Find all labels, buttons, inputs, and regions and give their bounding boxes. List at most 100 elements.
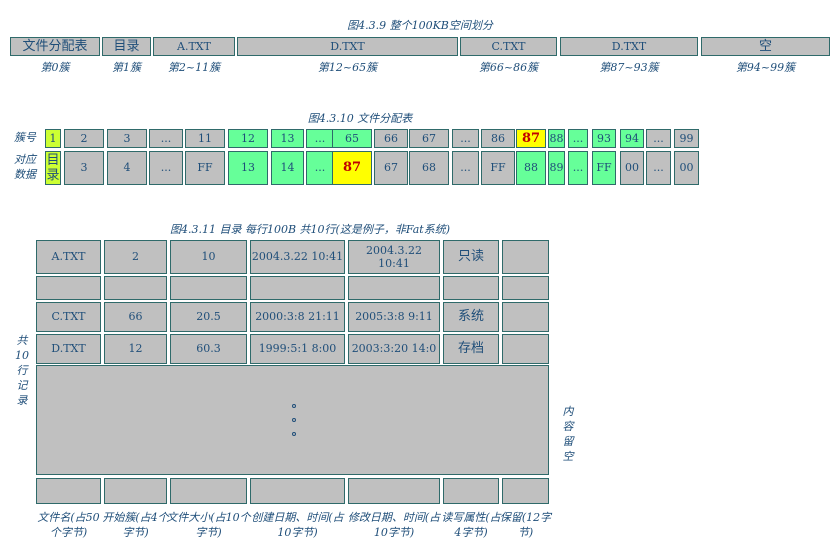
dir-cell: 2004.3.22 10:41 — [348, 240, 440, 274]
fig1-segment: C.TXT — [460, 37, 557, 56]
fat-cluster-data: 87 — [332, 151, 372, 185]
fat-cluster-data: FF — [481, 151, 515, 185]
dir-cell: 2003:3:20 14:0 — [348, 334, 440, 364]
dir-cell — [502, 276, 549, 300]
fat-cluster-number: 93 — [592, 129, 616, 148]
fat-cluster-data: 88 — [516, 151, 546, 185]
fat-cluster-number: 67 — [409, 129, 449, 148]
fat-cluster-number: 12 — [228, 129, 268, 148]
fig1-segment-range: 第12~65簇 — [317, 61, 378, 74]
fat-cluster-number: 86 — [481, 129, 515, 148]
dir-field-label: 开始簇(占4个字节) — [102, 511, 169, 539]
dir-cell — [502, 334, 549, 364]
fat-cluster-data: 68 — [409, 151, 449, 185]
dir-cell: 2005:3:8 9:11 — [348, 302, 440, 332]
fat-cluster-number: 65 — [332, 129, 372, 148]
dir-cell: 1999:5:1 8:00 — [250, 334, 345, 364]
dir-cell: A.TXT — [36, 240, 101, 274]
fat-cluster-data: 3 — [64, 151, 104, 185]
dir-cell — [348, 276, 440, 300]
fat-cluster-number: ... — [452, 129, 479, 148]
dir-field-label: 修改日期、时间(占10字节) — [347, 511, 441, 539]
fig3-left-label: 共10行记录 — [15, 334, 29, 407]
fig3-ellipsis-area — [36, 365, 549, 475]
fat-cluster-data: ... — [306, 151, 334, 185]
dir-empty-cell — [104, 478, 167, 504]
dir-cell — [250, 276, 345, 300]
dir-cell: 只读 — [443, 240, 499, 274]
dir-cell — [502, 240, 549, 274]
fat-cluster-number: 99 — [674, 129, 699, 148]
fig1-segment-range: 第66~86簇 — [478, 61, 539, 74]
fat-cluster-data: FF — [185, 151, 225, 185]
fig1-segment-range: 第1簇 — [112, 61, 141, 74]
dir-cell — [443, 276, 499, 300]
fig2-row1-label: 簇号 — [14, 131, 36, 144]
dir-cell: 12 — [104, 334, 167, 364]
dir-cell: 2 — [104, 240, 167, 274]
dir-empty-cell — [348, 478, 440, 504]
fat-cluster-number: 3 — [107, 129, 147, 148]
fat-cluster-number: 87 — [516, 129, 546, 148]
fat-cluster-data: 89 — [548, 151, 565, 185]
fat-cluster-number: 88 — [548, 129, 565, 148]
dir-cell: 20.5 — [170, 302, 247, 332]
dir-cell — [104, 276, 167, 300]
dir-empty-cell — [36, 478, 101, 504]
dir-field-label: 读写属性(占4字节) — [441, 511, 501, 539]
dir-cell: C.TXT — [36, 302, 101, 332]
fat-cluster-number: ... — [568, 129, 588, 148]
fat-cluster-data: 00 — [674, 151, 699, 185]
dir-field-label: 文件大小(占10个字节) — [166, 511, 251, 539]
dir-cell: D.TXT — [36, 334, 101, 364]
ellipsis-dot — [291, 418, 296, 422]
fig1-title: 图4.3.9 整个100KB空间划分 — [347, 19, 493, 32]
fat-cluster-number: 94 — [620, 129, 644, 148]
fig1-segment: 目录 — [102, 37, 151, 56]
fat-cluster-data: FF — [592, 151, 616, 185]
fig2-row2-label: 对应数据 — [14, 153, 36, 181]
fig1-segment: A.TXT — [153, 37, 235, 56]
dir-empty-cell — [502, 478, 549, 504]
dir-cell: 存档 — [443, 334, 499, 364]
dir-cell: 66 — [104, 302, 167, 332]
fig3-title: 图4.3.11 目录 每行100B 共10行(这是例子，非Fat系统) — [170, 223, 450, 236]
fig1-segment-range: 第87~93簇 — [599, 61, 659, 74]
fat-cluster-number: 1 — [45, 129, 61, 148]
dir-cell: 2000:3:8 21:11 — [250, 302, 345, 332]
dir-cell: 10 — [170, 240, 247, 274]
fat-cluster-data: 14 — [271, 151, 304, 185]
fig1-segment-range: 第0簇 — [40, 61, 70, 74]
dir-empty-cell — [170, 478, 247, 504]
fat-cluster-number: ... — [306, 129, 334, 148]
fat-cluster-number: 2 — [64, 129, 104, 148]
dir-field-label: 保留(12字节) — [499, 511, 552, 539]
dir-cell: 系统 — [443, 302, 499, 332]
fig1-segment: 文件分配表 — [10, 37, 100, 56]
dir-empty-cell — [443, 478, 499, 504]
dir-field-label: 创建日期、时间(占10字节) — [251, 511, 344, 539]
dir-empty-cell — [250, 478, 345, 504]
dir-cell — [170, 276, 247, 300]
dir-cell: 60.3 — [170, 334, 247, 364]
dir-field-label: 文件名(占50个字节) — [37, 511, 100, 539]
fat-cluster-number: 66 — [374, 129, 408, 148]
fig2-title: 图4.3.10 文件分配表 — [307, 112, 413, 125]
fig1-segment-range: 第94~99簇 — [735, 61, 796, 74]
fat-cluster-data: ... — [149, 151, 183, 185]
dir-cell — [502, 302, 549, 332]
dir-cell — [36, 276, 101, 300]
fat-cluster-number: ... — [646, 129, 671, 148]
fat-cluster-data: 13 — [228, 151, 268, 185]
ellipsis-dot — [291, 404, 296, 408]
dir-cell: 2004.3.22 10:41 — [250, 240, 345, 274]
fat-cluster-data: 4 — [107, 151, 147, 185]
fig1-segment: 空 — [701, 37, 830, 56]
fat-cluster-number: ... — [149, 129, 183, 148]
fat-cluster-data: ... — [646, 151, 671, 185]
fat-cluster-data: 00 — [620, 151, 644, 185]
ellipsis-dot — [291, 432, 296, 436]
fat-cluster-number: 11 — [185, 129, 225, 148]
fig1-segment-range: 第2~11簇 — [167, 61, 221, 74]
fat-cluster-data: 67 — [374, 151, 408, 185]
